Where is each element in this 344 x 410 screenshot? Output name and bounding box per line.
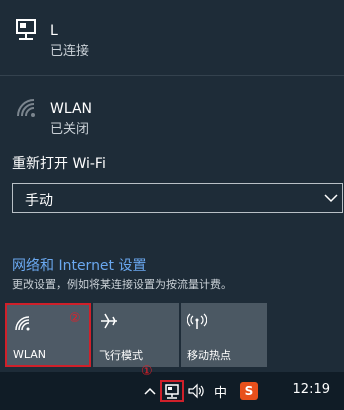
network-item-ethernet[interactable]: L 已连接 [0, 8, 344, 72]
network-status: 已连接 [50, 44, 90, 59]
reopen-wifi-select[interactable]: 手动 [12, 183, 343, 213]
tile-label: 飞行模式 [99, 349, 143, 362]
chevron-up-icon[interactable] [144, 382, 156, 400]
ethernet-monitor-icon [16, 19, 36, 40]
hotspot-icon [187, 313, 207, 329]
network-name: L [50, 23, 58, 39]
annotation-marker-1: ① [141, 364, 153, 379]
select-value: 手动 [25, 193, 53, 209]
tile-label: WLAN [13, 348, 47, 361]
taskbar-clock[interactable]: 12:19 [293, 382, 330, 397]
taskbar: ① 中 S 12:19 [0, 364, 344, 410]
wifi-icon [15, 316, 30, 331]
network-flyout: L 已连接 WLAN 已关闭 重新打开 Wi-Fi 手动 网络和 Interne… [0, 0, 344, 372]
input-method-indicator[interactable]: 中 [214, 382, 227, 401]
tile-label: 移动热点 [187, 349, 231, 362]
annotation-marker-2: ② [69, 311, 81, 326]
tile-wlan[interactable]: WLAN ② [5, 303, 91, 367]
chevron-down-icon [324, 194, 338, 203]
tile-airplane-mode[interactable]: 飞行模式 [93, 303, 179, 367]
network-settings-link[interactable]: 网络和 Internet 设置 [12, 255, 147, 275]
network-tray-icon[interactable] [160, 380, 184, 402]
airplane-icon [101, 313, 117, 329]
divider [0, 75, 344, 76]
network-settings-description: 更改设置，例如将某连接设置为按流量计费。 [12, 278, 232, 291]
network-status: 已关闭 [50, 122, 90, 137]
network-item-wlan[interactable]: WLAN 已关闭 [0, 86, 344, 150]
volume-icon[interactable] [186, 382, 206, 400]
reopen-wifi-label: 重新打开 Wi-Fi [12, 156, 106, 172]
network-name: WLAN [50, 101, 93, 117]
wifi-off-icon [17, 99, 35, 117]
sogou-input-icon[interactable]: S [240, 382, 258, 400]
tile-mobile-hotspot[interactable]: 移动热点 [181, 303, 267, 367]
